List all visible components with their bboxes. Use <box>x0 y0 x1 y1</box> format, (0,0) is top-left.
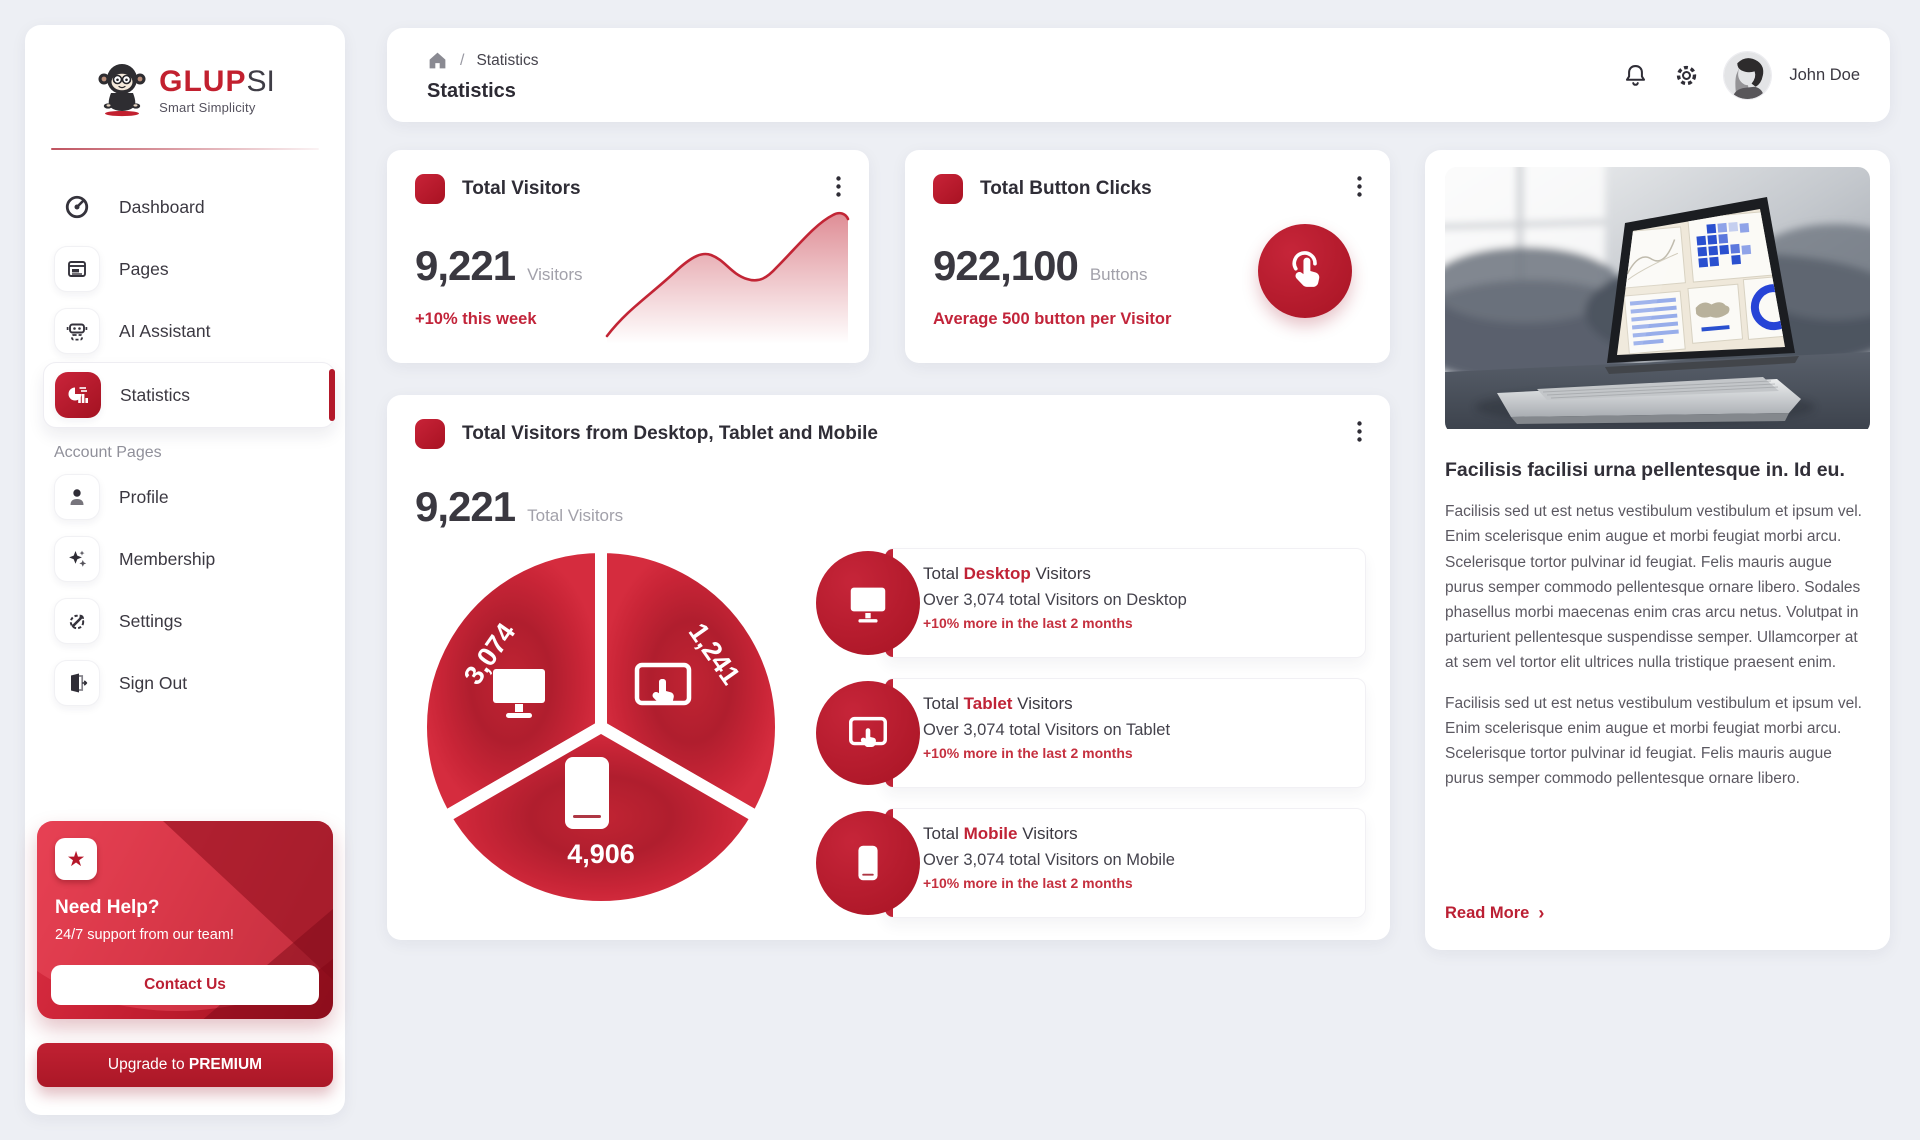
article-paragraph: Facilisis sed ut est netus vestibulum ve… <box>1445 499 1870 675</box>
sidebar-section-label: Account Pages <box>54 444 345 462</box>
bell-icon[interactable] <box>1622 62 1649 89</box>
laptop-photo <box>1445 167 1870 434</box>
robot-icon <box>54 308 100 354</box>
breadcrumb-current[interactable]: Statistics <box>476 52 538 70</box>
breadcrumb: / Statistics <box>427 50 538 71</box>
breadcrumb-separator: / <box>460 52 464 70</box>
row-detail: Over 3,074 total Visitors on Desktop <box>923 591 1349 610</box>
mobile-icon <box>816 811 920 915</box>
contact-us-button[interactable]: Contact Us <box>51 965 319 1005</box>
tap-click-icon <box>1258 224 1352 318</box>
active-indicator <box>329 369 335 421</box>
visitors-delta: +10% this week <box>415 310 537 329</box>
total-button-clicks-card: Total Button Clicks 922,100 Buttons Aver… <box>905 150 1390 363</box>
sidebar-item-membership[interactable]: Membership <box>25 528 345 590</box>
sidebar-item-label: Membership <box>119 549 215 570</box>
sidebar-item-label: Statistics <box>120 385 190 406</box>
sparkles-icon <box>54 536 100 582</box>
total-visitors-card: Total Visitors 9,221 Visitors +10% this … <box>387 150 869 363</box>
clicks-note: Average 500 button per Visitor <box>933 310 1171 329</box>
card-title: Total Button Clicks <box>980 178 1152 200</box>
row-delta: +10% more in the last 2 months <box>923 875 1349 891</box>
kebab-menu-icon[interactable] <box>1349 417 1370 451</box>
row-title: Total Desktop Visitors <box>923 564 1349 584</box>
desktop-icon <box>816 551 920 655</box>
gear-icon[interactable] <box>1673 62 1700 89</box>
visitors-unit: Visitors <box>527 265 582 285</box>
user-name[interactable]: John Doe <box>1789 66 1860 85</box>
home-icon[interactable] <box>427 50 448 71</box>
person-icon <box>54 474 100 520</box>
chevron-right-icon: › <box>1538 903 1544 924</box>
door-exit-icon <box>54 660 100 706</box>
device-row-mobile: Total Mobile Visitors Over 3,074 total V… <box>816 808 1366 918</box>
clicks-unit: Buttons <box>1090 265 1148 285</box>
article-paragraph: Facilisis sed ut est netus vestibulum ve… <box>1445 691 1870 791</box>
sidebar-item-label: Settings <box>119 611 182 632</box>
help-title: Need Help? <box>55 897 319 919</box>
article-heading: Facilisis facilisi urna pellentesque in.… <box>1445 458 1870 483</box>
speedometer-icon <box>54 184 100 230</box>
read-more-link[interactable]: Read More› <box>1445 903 1544 924</box>
sidebar-nav: Dashboard Pages <box>25 176 345 714</box>
devices-total-unit: Total Visitors <box>527 506 623 526</box>
kebab-menu-icon[interactable] <box>1349 172 1370 206</box>
avatar[interactable] <box>1724 52 1771 99</box>
device-row-tablet: Total Tablet Visitors Over 3,074 total V… <box>816 678 1366 788</box>
help-subtitle: 24/7 support from our team! <box>55 927 319 943</box>
page-title: Statistics <box>427 80 516 103</box>
card-title: Total Visitors from Desktop, Tablet and … <box>462 423 878 445</box>
sidebar-item-sign-out[interactable]: Sign Out <box>25 652 345 714</box>
sidebar-item-label: Profile <box>119 487 169 508</box>
monkey-mascot-icon <box>95 59 149 122</box>
visitors-value: 9,221 <box>415 242 515 290</box>
upgrade-premium-button[interactable]: Upgrade to PREMIUM <box>37 1043 333 1087</box>
row-delta: +10% more in the last 2 months <box>923 745 1349 761</box>
card-badge <box>415 174 445 204</box>
sidebar: GLUPSI Smart Simplicity Dashboard <box>25 25 345 1115</box>
row-title: Total Tablet Visitors <box>923 694 1349 714</box>
brand-logo: GLUPSI Smart Simplicity <box>25 25 345 122</box>
visitors-sparkline-chart <box>599 198 851 351</box>
pie-label-mobile: 4,906 <box>567 839 635 869</box>
devices-pie-chart: 3,074 1,241 4,906 <box>411 537 791 922</box>
device-row-desktop: Total Desktop Visitors Over 3,074 total … <box>816 548 1366 658</box>
sidebar-item-label: AI Assistant <box>119 321 210 342</box>
row-detail: Over 3,074 total Visitors on Mobile <box>923 851 1349 870</box>
pages-icon <box>54 246 100 292</box>
sidebar-divider <box>51 148 319 150</box>
devices-total-value: 9,221 <box>415 483 515 531</box>
sidebar-item-ai-assistant[interactable]: AI Assistant <box>25 300 345 362</box>
devices-visitors-card: Total Visitors from Desktop, Tablet and … <box>387 395 1390 940</box>
card-badge <box>415 419 445 449</box>
article-panel: Facilisis facilisi urna pellentesque in.… <box>1425 150 1890 950</box>
card-badge <box>933 174 963 204</box>
sidebar-item-profile[interactable]: Profile <box>25 466 345 528</box>
help-card: ★ Need Help? 24/7 support from our team!… <box>37 821 333 1019</box>
clicks-value: 922,100 <box>933 242 1078 290</box>
sidebar-item-pages[interactable]: Pages <box>25 238 345 300</box>
row-detail: Over 3,074 total Visitors on Tablet <box>923 721 1349 740</box>
mobile-icon <box>565 757 609 829</box>
wrench-gear-icon <box>54 598 100 644</box>
star-icon: ★ <box>55 838 97 880</box>
sidebar-item-label: Sign Out <box>119 673 187 694</box>
tablet-icon <box>816 681 920 785</box>
top-header: / Statistics Statistics <box>387 28 1890 122</box>
card-title: Total Visitors <box>462 178 581 200</box>
sidebar-item-dashboard[interactable]: Dashboard <box>25 176 345 238</box>
sidebar-item-settings[interactable]: Settings <box>25 590 345 652</box>
row-delta: +10% more in the last 2 months <box>923 615 1349 631</box>
brand-tagline: Smart Simplicity <box>159 100 275 115</box>
statistics-icon <box>55 372 101 418</box>
sidebar-item-label: Dashboard <box>119 197 205 218</box>
sidebar-item-statistics[interactable]: Statistics <box>43 362 335 428</box>
row-title: Total Mobile Visitors <box>923 824 1349 844</box>
brand-name: GLUPSI <box>159 67 275 97</box>
sidebar-item-label: Pages <box>119 259 169 280</box>
